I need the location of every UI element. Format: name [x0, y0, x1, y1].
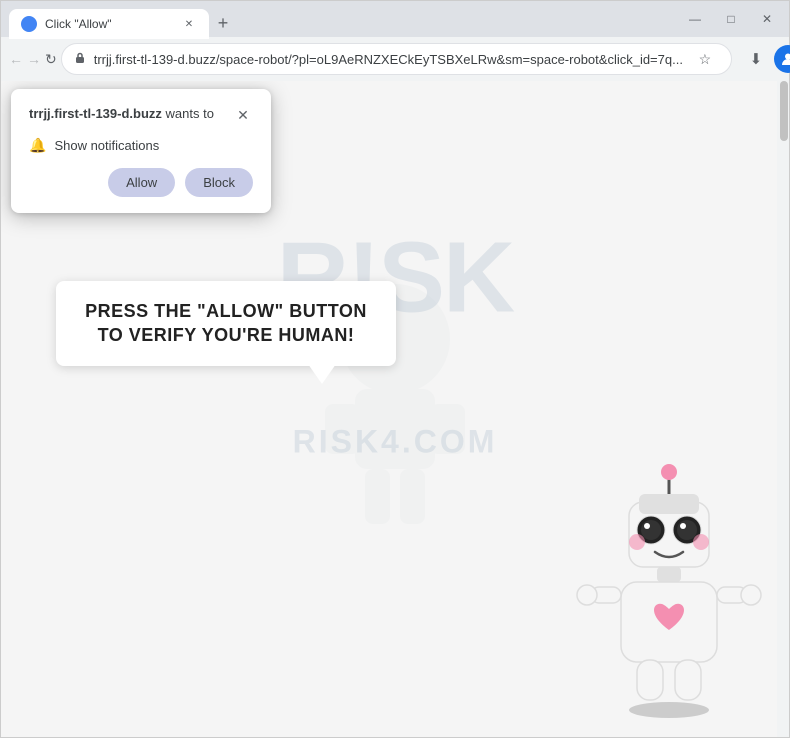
notification-close-button[interactable]: ✕: [233, 105, 253, 125]
notification-buttons: Allow Block: [29, 168, 253, 197]
tab-title: Click "Allow": [45, 17, 173, 31]
notification-popup: trrjj.first-tl-139-d.buzz wants to ✕ 🔔 S…: [11, 89, 271, 213]
speech-text: PRESS THE "ALLOW" BUTTON TO VERIFY YOU'R…: [80, 299, 372, 348]
maximize-button[interactable]: □: [717, 5, 745, 33]
toolbar-actions: ⬇ ⋮: [740, 43, 790, 75]
tab-close-button[interactable]: ✕: [181, 16, 197, 32]
tab-favicon: [21, 16, 37, 32]
address-bar[interactable]: trrjj.first-tl-139-d.buzz/space-robot/?p…: [61, 43, 732, 75]
lock-icon: [74, 51, 86, 67]
back-button[interactable]: ←: [9, 43, 23, 75]
browser-tab[interactable]: Click "Allow" ✕: [9, 9, 209, 39]
browser-window: Click "Allow" ✕ + — □ ✕ ← → ↻ trrjj.firs…: [0, 0, 790, 738]
watermark-url: RISK4.COM: [293, 423, 498, 460]
tab-bar: Click "Allow" ✕ +: [9, 1, 675, 37]
forward-button[interactable]: →: [27, 43, 41, 75]
notification-title: trrjj.first-tl-139-d.buzz wants to: [29, 105, 214, 123]
window-controls: — □ ✕: [681, 5, 781, 33]
notification-permission-row: 🔔 Show notifications: [29, 137, 253, 154]
refresh-button[interactable]: ↻: [45, 43, 57, 75]
page-content: R!SK RISK4.COM trrjj.first-tl-139-d.buzz…: [1, 81, 789, 737]
notification-site-name: trrjj.first-tl-139-d.buzz: [29, 106, 162, 121]
permission-text: Show notifications: [54, 138, 159, 153]
notification-header: trrjj.first-tl-139-d.buzz wants to ✕: [29, 105, 253, 125]
allow-button[interactable]: Allow: [108, 168, 175, 197]
bell-icon: 🔔: [29, 137, 46, 154]
url-text: trrjj.first-tl-139-d.buzz/space-robot/?p…: [94, 52, 683, 67]
title-bar: Click "Allow" ✕ + — □ ✕: [1, 1, 789, 37]
new-tab-button[interactable]: +: [209, 9, 237, 37]
bookmark-button[interactable]: ☆: [691, 45, 719, 73]
scrollbar[interactable]: [777, 81, 789, 737]
profile-button[interactable]: [774, 45, 790, 73]
block-button[interactable]: Block: [185, 168, 253, 197]
robot-character: [569, 452, 769, 727]
download-button[interactable]: ⬇: [740, 43, 772, 75]
speech-bubble: PRESS THE "ALLOW" BUTTON TO VERIFY YOU'R…: [56, 281, 396, 366]
nav-bar: ← → ↻ trrjj.first-tl-139-d.buzz/space-ro…: [1, 37, 789, 81]
scrollbar-thumb[interactable]: [780, 81, 788, 141]
minimize-button[interactable]: —: [681, 5, 709, 33]
close-button[interactable]: ✕: [753, 5, 781, 33]
address-actions: ☆: [691, 45, 719, 73]
